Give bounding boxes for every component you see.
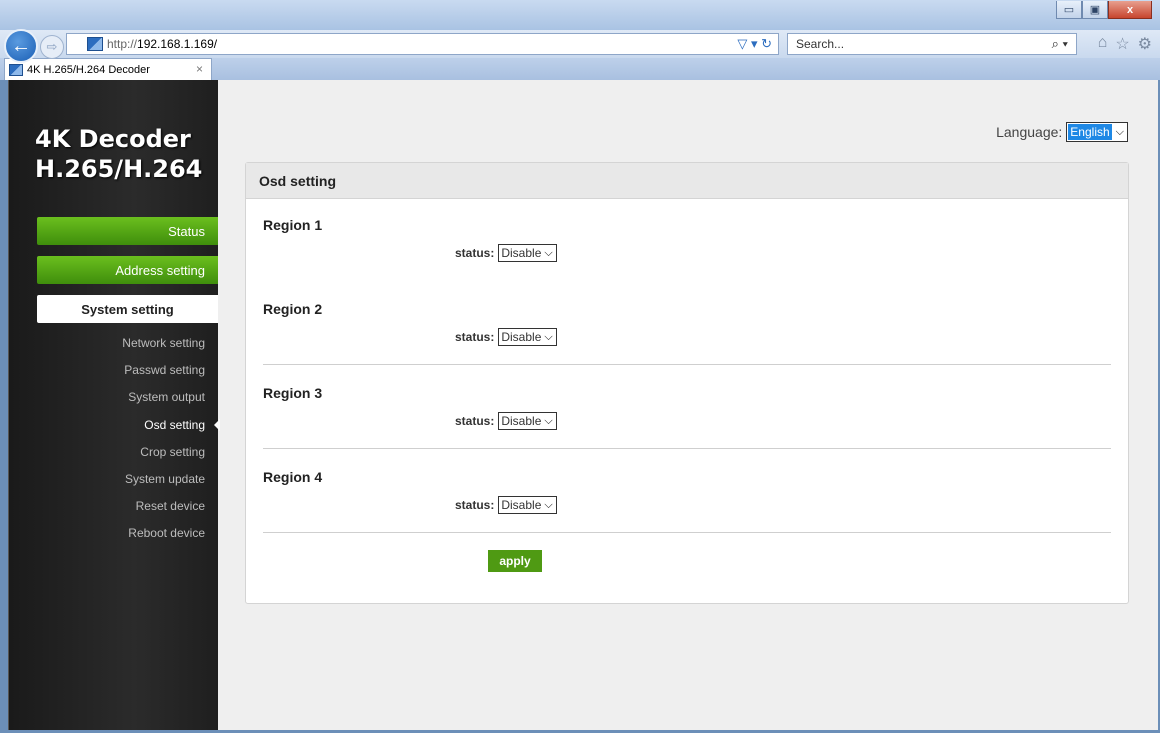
url-host: 192.168.1.169/ — [137, 37, 218, 51]
tab-row: 4K H.265/H.264 Decoder × — [0, 58, 1160, 80]
region-block: Region 3 status: Disable ⌵ — [263, 385, 1111, 449]
region-4-status-select[interactable]: Disable ⌵ — [498, 496, 557, 514]
close-window-button[interactable]: x — [1108, 1, 1152, 19]
language-label: Language: — [996, 124, 1063, 140]
search-icon[interactable]: ⌕ ▾ — [1052, 36, 1068, 52]
region-title: Region 4 — [263, 469, 323, 485]
chevron-down-icon: ⌵ — [544, 498, 553, 511]
maximize-button[interactable]: ▣ — [1082, 1, 1108, 19]
address-tools-icon[interactable]: ▽ ▾ ↻ — [737, 36, 772, 52]
language-selector: Language: English ⌵ — [996, 122, 1128, 142]
region-block: Region 4 status: Disable ⌵ — [263, 469, 1111, 533]
region-title: Region 1 — [263, 217, 323, 233]
divider — [263, 364, 1111, 365]
submenu-reboot-device[interactable]: Reboot device — [37, 526, 205, 540]
page-viewport: 4K Decoder H.265/H.264 Status Address se… — [8, 80, 1158, 730]
browser-tab[interactable]: 4K H.265/H.264 Decoder × — [4, 58, 212, 80]
brand-line-2: H.265/H.264 — [35, 155, 203, 183]
window-controls: ▭ ▣ x — [1056, 1, 1152, 19]
minimize-button[interactable]: ▭ — [1056, 1, 1082, 19]
region-3-status-select[interactable]: Disable ⌵ — [498, 412, 557, 430]
chevron-down-icon: ⌵ — [544, 414, 553, 427]
status-label: status: — [455, 246, 495, 260]
browser-navbar: http:// 192.168.1.169/ ▽ ▾ ↻ Search... ⌕… — [0, 30, 1160, 58]
region-block: Region 1 status: Disable ⌵ — [263, 217, 1111, 262]
region-block: Region 2 status: Disable ⌵ — [263, 301, 1111, 365]
select-value: Disable — [501, 246, 542, 260]
divider — [263, 448, 1111, 449]
osd-settings-panel: Osd setting Region 1 status: Disable ⌵ R… — [245, 162, 1129, 604]
region-title: Region 2 — [263, 301, 323, 317]
favorites-star-icon[interactable]: ☆ — [1115, 34, 1129, 54]
menu-status[interactable]: Status — [37, 217, 218, 245]
submenu-system-update[interactable]: System update — [37, 472, 205, 486]
region-2-status-select[interactable]: Disable ⌵ — [498, 328, 557, 346]
select-value: Disable — [501, 330, 542, 344]
chevron-down-icon: ⌵ — [544, 330, 553, 343]
status-row: status: Disable ⌵ — [455, 328, 557, 346]
forward-button[interactable]: ⇨ — [40, 35, 64, 59]
site-favicon-icon — [87, 37, 103, 51]
submenu-network-setting[interactable]: Network setting — [37, 336, 205, 350]
status-label: status: — [455, 414, 495, 428]
menu-system-setting[interactable]: System setting — [37, 295, 218, 323]
tab-close-icon[interactable]: × — [196, 62, 203, 76]
submenu-passwd-setting[interactable]: Passwd setting — [37, 363, 205, 377]
language-select[interactable]: English ⌵ — [1066, 122, 1128, 142]
tab-favicon-icon — [9, 63, 23, 76]
status-label: status: — [455, 498, 495, 512]
active-caret-icon — [214, 419, 220, 431]
search-input[interactable]: Search... ⌕ ▾ — [787, 33, 1077, 55]
url-protocol: http:// — [107, 37, 138, 51]
brand-line-1: 4K Decoder — [35, 125, 191, 153]
address-bar[interactable]: http:// 192.168.1.169/ ▽ ▾ ↻ — [66, 33, 779, 55]
select-value: Disable — [501, 414, 542, 428]
apply-button[interactable]: apply — [488, 550, 542, 572]
divider — [263, 532, 1111, 533]
status-row: status: Disable ⌵ — [455, 496, 557, 514]
submenu-system-output[interactable]: System output — [37, 390, 205, 404]
chevron-down-icon: ⌵ — [544, 246, 553, 259]
region-title: Region 3 — [263, 385, 323, 401]
back-button[interactable]: ← — [4, 29, 38, 63]
status-row: status: Disable ⌵ — [455, 244, 557, 262]
brand-title: 4K Decoder H.265/H.264 — [35, 124, 202, 184]
region-1-status-select[interactable]: Disable ⌵ — [498, 244, 557, 262]
select-value: Disable — [501, 498, 542, 512]
submenu-osd-setting[interactable]: Osd setting — [37, 418, 205, 432]
settings-gear-icon[interactable]: ⚙ — [1138, 34, 1152, 54]
submenu-reset-device[interactable]: Reset device — [37, 499, 205, 513]
home-icon[interactable]: ⌂ — [1098, 34, 1108, 54]
status-label: status: — [455, 330, 495, 344]
tab-title: 4K H.265/H.264 Decoder — [27, 63, 150, 76]
window-titlebar: ▭ ▣ x — [0, 0, 1160, 30]
sidebar: 4K Decoder H.265/H.264 Status Address se… — [9, 80, 220, 730]
toolbar-icons: ⌂ ☆ ⚙ — [1098, 34, 1152, 54]
panel-title: Osd setting — [246, 163, 1128, 199]
language-selected-value: English — [1068, 124, 1112, 140]
chevron-down-icon: ⌵ — [1115, 125, 1124, 138]
status-row: status: Disable ⌵ — [455, 412, 557, 430]
search-placeholder: Search... — [796, 37, 845, 51]
menu-address-setting[interactable]: Address setting — [37, 256, 218, 284]
submenu-crop-setting[interactable]: Crop setting — [37, 445, 205, 459]
